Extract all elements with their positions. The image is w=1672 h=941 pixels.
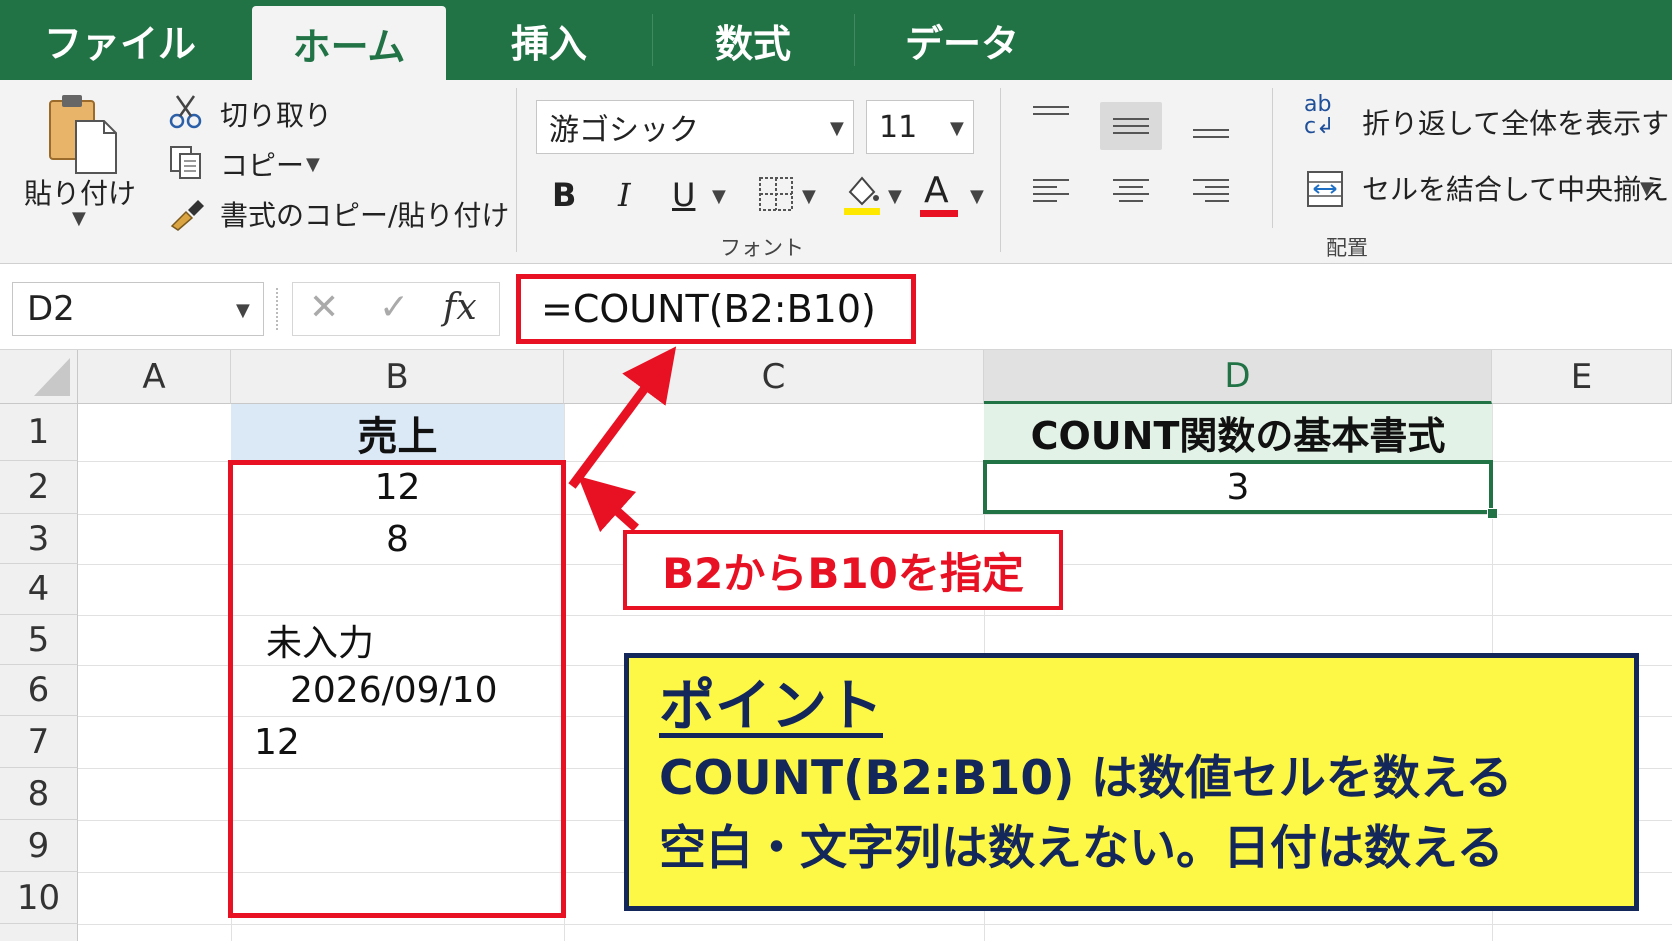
point-box: ポイント COUNT(B2:B10) は数値セルを数える 空白・文字列は数えない…	[624, 653, 1639, 911]
arrow-to-range	[577, 475, 640, 533]
point-line-2: 空白・文字列は数えない。日付は数える	[659, 821, 1504, 876]
range-callout-text: B2からB10を指定	[662, 548, 1024, 598]
point-title: ポイント	[659, 674, 883, 739]
range-callout: B2からB10を指定	[623, 530, 1063, 610]
arrow-to-formula	[568, 346, 677, 489]
point-line-1: COUNT(B2:B10) は数値セルを数える	[659, 751, 1513, 806]
